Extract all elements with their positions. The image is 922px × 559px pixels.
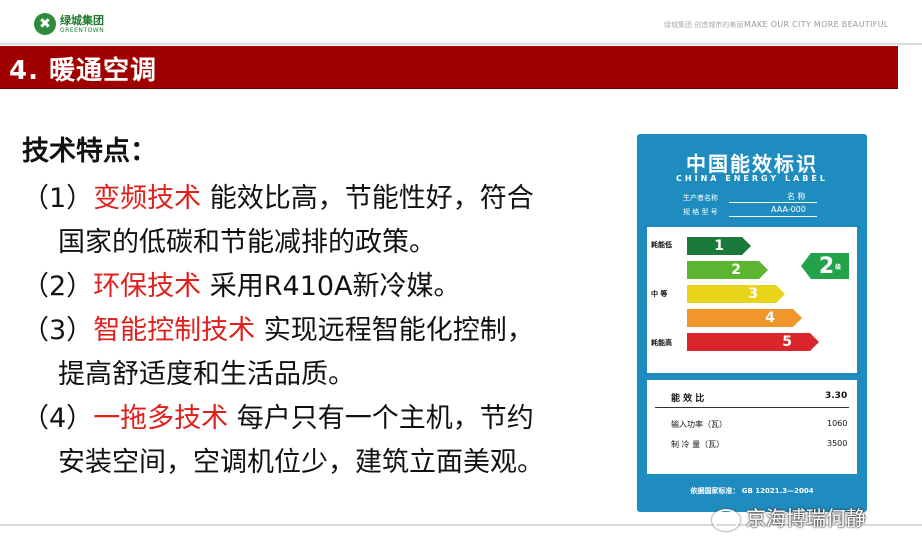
current-grade: 2 (818, 253, 835, 279)
feature-item-4: （4）一拖多技术 每户只有一个主机，节约 安装空间，空调机位少，建筑立面美观。 (22, 397, 622, 485)
watermark: 京海博瑞何静 (712, 502, 866, 531)
feature-number: （2） (22, 271, 94, 302)
model-underline (729, 216, 817, 217)
maker-label: 生产者名称 (683, 194, 718, 202)
grade-bar-3: 3 (687, 285, 785, 303)
watermark-text: 京海博瑞何静 (746, 506, 866, 530)
grade-bar-5: 5 (687, 333, 819, 351)
feature-item-3: （3）智能控制技术 实现远程智能化控制， 提高舒适度和生活品质。 (22, 309, 622, 397)
national-standard: 依据国家标准： GB 12021.3—2004 (690, 487, 814, 495)
grade-bar-2: 2 (687, 261, 768, 279)
feature-text: 每户只有一个主机，节约 (228, 403, 534, 434)
grade-bar-label: 3 (748, 286, 758, 302)
scale-mid-label: 中 等 (651, 290, 668, 298)
performance-divider (655, 407, 849, 408)
tech-features: 技术特点： （1）变频技术 能效比高，节能性好，符合 国家的低碳和节能减排的政策… (22, 132, 622, 485)
grade-bar-4: 4 (687, 309, 802, 327)
feature-highlight: 智能控制技术 (93, 315, 256, 346)
grade-bar-label: 5 (782, 334, 792, 350)
scale-high-label: 耗能高 (651, 339, 672, 347)
grade-bar-label: 4 (765, 310, 775, 326)
cooling-capacity-value: 3500 (827, 439, 848, 448)
current-grade-badge: 2级 (801, 253, 849, 279)
energy-label-subtitle: CHINA ENERGY LABEL (676, 174, 828, 183)
features-heading: 技术特点： (22, 136, 157, 167)
feature-number: （3） (22, 315, 94, 346)
grade-bar-label: 1 (714, 238, 724, 254)
input-power-value: 1060 (827, 419, 848, 428)
grade-scale-panel: 耗能低 中 等 耗能高 1 2 3 4 5 2级 (647, 227, 857, 373)
performance-panel: 能 效 比 3.30 输入功率（瓦） 1060 制 冷 量（瓦） 3500 (647, 380, 857, 474)
tagline-en: MAKE OUR CITY MORE BEAUTIFUL (744, 20, 889, 29)
grade-bar-label: 2 (731, 262, 741, 278)
feature-item-2: （2）环保技术 采用R410A新冷媒。 (22, 265, 622, 309)
eer-label: 能 效 比 (671, 394, 705, 404)
input-power-label: 输入功率（瓦） (671, 420, 727, 429)
feature-number: （1） (22, 183, 94, 214)
feature-highlight: 一拖多技术 (93, 403, 229, 434)
eer-value: 3.30 (825, 391, 848, 401)
cooling-capacity-label: 制 冷 量（瓦） (671, 440, 725, 449)
model-label: 规 格 型 号 (683, 208, 718, 216)
maker-value: 名 称 (787, 192, 806, 201)
feature-continuation: 国家的低碳和节能减排的政策。 (58, 227, 436, 258)
feature-continuation: 安装空间，空调机位少，建筑立面美观。 (58, 447, 544, 478)
feature-highlight: 变频技术 (93, 183, 202, 214)
section-title: 4. 暖通空调 (9, 56, 158, 86)
wechat-icon (712, 508, 740, 531)
logo-name-cn: 绿城集团 (60, 13, 104, 27)
logo-mark-icon: ✖ (34, 13, 56, 35)
feature-continuation: 提高舒适度和生活品质。 (58, 359, 355, 390)
company-logo: ✖ 绿城集团 GREENTOWN (34, 13, 104, 35)
feature-text: 能效比高，节能性好，符合 (201, 183, 534, 214)
feature-text: 采用R410A新冷媒。 (201, 271, 461, 302)
feature-item-1: （1）变频技术 能效比高，节能性好，符合 国家的低碳和节能减排的政策。 (22, 177, 622, 265)
scale-low-label: 耗能低 (651, 241, 672, 249)
china-energy-label: 中国能效标识 CHINA ENERGY LABEL 生产者名称 名 称 规 格 … (637, 134, 867, 512)
header-divider (0, 43, 922, 45)
logo-name-en: GREENTOWN (60, 26, 105, 34)
model-value: AAA-000 (771, 205, 806, 214)
header: ✖ 绿城集团 GREENTOWN 绿城集团 创造城市的美丽 MAKE OUR C… (0, 0, 922, 44)
energy-label-title: 中国能效标识 (686, 152, 818, 176)
section-title-bar: 4. 暖通空调 (0, 46, 898, 89)
grade-bar-1: 1 (687, 237, 751, 255)
tagline-cn: 绿城集团 创造城市的美丽 (664, 21, 744, 29)
current-grade-suffix: 级 (835, 263, 842, 271)
maker-underline (729, 202, 817, 203)
feature-highlight: 环保技术 (93, 271, 202, 302)
feature-number: （4） (22, 403, 94, 434)
feature-text: 实现远程智能化控制， (255, 315, 534, 346)
